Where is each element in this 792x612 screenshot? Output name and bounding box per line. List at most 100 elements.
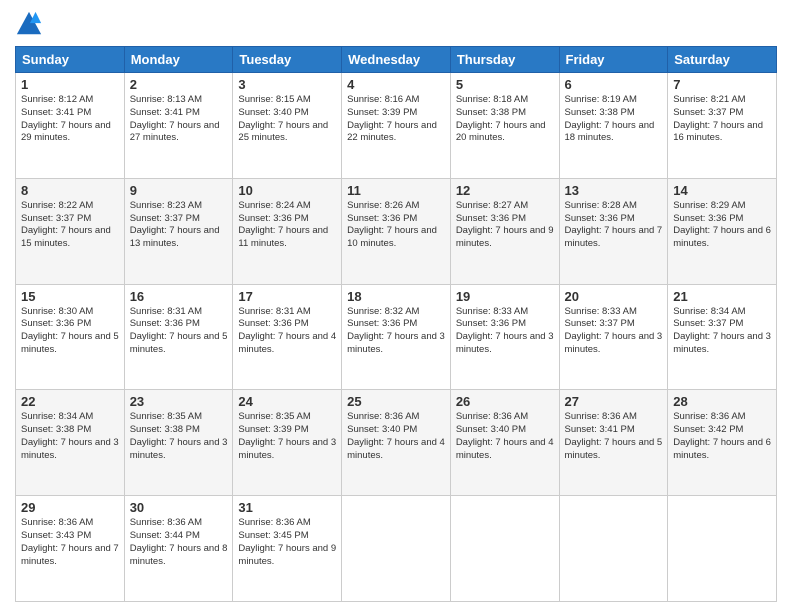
calendar-header-wednesday: Wednesday bbox=[342, 47, 451, 73]
calendar-cell: 29 Sunrise: 8:36 AMSunset: 3:43 PMDayligh… bbox=[16, 496, 125, 602]
day-info: Sunrise: 8:35 AMSunset: 3:39 PMDaylight:… bbox=[238, 411, 336, 462]
calendar-cell: 21Sunrise: 8:34 AMSunset: 3:37 PMDayligh… bbox=[668, 284, 777, 390]
calendar-header-friday: Friday bbox=[559, 47, 668, 73]
calendar-cell: 22 Sunrise: 8:34 AMSunset: 3:38 PMDayligh… bbox=[16, 390, 125, 496]
calendar-week-1: 1 Sunrise: 8:12 AMSunset: 3:41 PMDaylight… bbox=[16, 73, 777, 179]
day-info: Sunrise: 8:19 AMSunset: 3:38 PMDaylight:… bbox=[565, 94, 663, 145]
day-info: Sunrise: 8:36 AMSunset: 3:40 PMDaylight:… bbox=[456, 411, 554, 462]
day-number: 8 bbox=[21, 183, 119, 198]
day-info: Sunrise: 8:36 AMSunset: 3:41 PMDaylight:… bbox=[565, 411, 663, 462]
day-number: 14 bbox=[673, 183, 771, 198]
day-info: Sunrise: 8:23 AMSunset: 3:37 PMDaylight:… bbox=[130, 200, 228, 251]
day-info: Sunrise: 8:31 AMSunset: 3:36 PMDaylight:… bbox=[238, 306, 336, 357]
day-number: 10 bbox=[238, 183, 336, 198]
calendar-cell: 4Sunrise: 8:16 AMSunset: 3:39 PMDaylight… bbox=[342, 73, 451, 179]
calendar-header-monday: Monday bbox=[124, 47, 233, 73]
calendar-header-saturday: Saturday bbox=[668, 47, 777, 73]
day-number: 3 bbox=[238, 77, 336, 92]
calendar-cell: 24 Sunrise: 8:35 AMSunset: 3:39 PMDayligh… bbox=[233, 390, 342, 496]
calendar-cell: 30 Sunrise: 8:36 AMSunset: 3:44 PMDayligh… bbox=[124, 496, 233, 602]
day-number: 20 bbox=[565, 289, 663, 304]
day-number: 1 bbox=[21, 77, 119, 92]
day-number: 17 bbox=[238, 289, 336, 304]
calendar-cell: 26 Sunrise: 8:36 AMSunset: 3:40 PMDayligh… bbox=[450, 390, 559, 496]
calendar-cell: 2Sunrise: 8:13 AMSunset: 3:41 PMDaylight… bbox=[124, 73, 233, 179]
calendar-cell: 10 Sunrise: 8:24 AMSunset: 3:36 PMDayligh… bbox=[233, 178, 342, 284]
calendar-week-3: 15Sunrise: 8:30 AMSunset: 3:36 PMDayligh… bbox=[16, 284, 777, 390]
day-info: Sunrise: 8:15 AMSunset: 3:40 PMDaylight:… bbox=[238, 94, 336, 145]
day-number: 4 bbox=[347, 77, 445, 92]
page: SundayMondayTuesdayWednesdayThursdayFrid… bbox=[0, 0, 792, 612]
day-number: 9 bbox=[130, 183, 228, 198]
day-info: Sunrise: 8:27 AMSunset: 3:36 PMDaylight:… bbox=[456, 200, 554, 251]
calendar-cell: 16 Sunrise: 8:31 AMSunset: 3:36 PMDayligh… bbox=[124, 284, 233, 390]
day-info: Sunrise: 8:21 AMSunset: 3:37 PMDaylight:… bbox=[673, 94, 771, 145]
calendar-cell: 17 Sunrise: 8:31 AMSunset: 3:36 PMDayligh… bbox=[233, 284, 342, 390]
calendar-week-2: 8Sunrise: 8:22 AMSunset: 3:37 PMDaylight… bbox=[16, 178, 777, 284]
day-number: 26 bbox=[456, 394, 554, 409]
day-number: 2 bbox=[130, 77, 228, 92]
calendar-header-tuesday: Tuesday bbox=[233, 47, 342, 73]
calendar-cell: 19 Sunrise: 8:33 AMSunset: 3:36 PMDayligh… bbox=[450, 284, 559, 390]
day-number: 28 bbox=[673, 394, 771, 409]
day-info: Sunrise: 8:29 AMSunset: 3:36 PMDaylight:… bbox=[673, 200, 771, 251]
day-number: 22 bbox=[21, 394, 119, 409]
calendar-cell: 3 Sunrise: 8:15 AMSunset: 3:40 PMDaylight… bbox=[233, 73, 342, 179]
calendar-cell bbox=[342, 496, 451, 602]
day-info: Sunrise: 8:36 AMSunset: 3:45 PMDaylight:… bbox=[238, 517, 336, 568]
day-number: 7 bbox=[673, 77, 771, 92]
day-info: Sunrise: 8:24 AMSunset: 3:36 PMDaylight:… bbox=[238, 200, 336, 251]
calendar-cell: 5 Sunrise: 8:18 AMSunset: 3:38 PMDaylight… bbox=[450, 73, 559, 179]
day-info: Sunrise: 8:18 AMSunset: 3:38 PMDaylight:… bbox=[456, 94, 554, 145]
header bbox=[15, 10, 777, 38]
calendar-cell: 8Sunrise: 8:22 AMSunset: 3:37 PMDaylight… bbox=[16, 178, 125, 284]
calendar-cell: 18 Sunrise: 8:32 AMSunset: 3:36 PMDayligh… bbox=[342, 284, 451, 390]
day-number: 18 bbox=[347, 289, 445, 304]
calendar-header-row: SundayMondayTuesdayWednesdayThursdayFrid… bbox=[16, 47, 777, 73]
day-info: Sunrise: 8:36 AMSunset: 3:43 PMDaylight:… bbox=[21, 517, 119, 568]
day-info: Sunrise: 8:34 AMSunset: 3:38 PMDaylight:… bbox=[21, 411, 119, 462]
day-number: 29 bbox=[21, 500, 119, 515]
day-info: Sunrise: 8:28 AMSunset: 3:36 PMDaylight:… bbox=[565, 200, 663, 251]
logo bbox=[15, 10, 47, 38]
day-info: Sunrise: 8:36 AMSunset: 3:44 PMDaylight:… bbox=[130, 517, 228, 568]
calendar-cell: 1 Sunrise: 8:12 AMSunset: 3:41 PMDaylight… bbox=[16, 73, 125, 179]
calendar-cell: 23 Sunrise: 8:35 AMSunset: 3:38 PMDayligh… bbox=[124, 390, 233, 496]
calendar-cell: 27Sunrise: 8:36 AMSunset: 3:41 PMDayligh… bbox=[559, 390, 668, 496]
day-info: Sunrise: 8:36 AMSunset: 3:40 PMDaylight:… bbox=[347, 411, 445, 462]
day-number: 12 bbox=[456, 183, 554, 198]
day-info: Sunrise: 8:34 AMSunset: 3:37 PMDaylight:… bbox=[673, 306, 771, 357]
calendar-cell: 25 Sunrise: 8:36 AMSunset: 3:40 PMDayligh… bbox=[342, 390, 451, 496]
calendar-cell: 20Sunrise: 8:33 AMSunset: 3:37 PMDayligh… bbox=[559, 284, 668, 390]
day-info: Sunrise: 8:26 AMSunset: 3:36 PMDaylight:… bbox=[347, 200, 445, 251]
calendar-cell: 12 Sunrise: 8:27 AMSunset: 3:36 PMDayligh… bbox=[450, 178, 559, 284]
day-info: Sunrise: 8:35 AMSunset: 3:38 PMDaylight:… bbox=[130, 411, 228, 462]
day-info: Sunrise: 8:30 AMSunset: 3:36 PMDaylight:… bbox=[21, 306, 119, 357]
day-number: 16 bbox=[130, 289, 228, 304]
calendar-cell: 11 Sunrise: 8:26 AMSunset: 3:36 PMDayligh… bbox=[342, 178, 451, 284]
day-number: 11 bbox=[347, 183, 445, 198]
calendar-table: SundayMondayTuesdayWednesdayThursdayFrid… bbox=[15, 46, 777, 602]
day-info: Sunrise: 8:12 AMSunset: 3:41 PMDaylight:… bbox=[21, 94, 119, 145]
day-info: Sunrise: 8:33 AMSunset: 3:36 PMDaylight:… bbox=[456, 306, 554, 357]
calendar-cell: 13 Sunrise: 8:28 AMSunset: 3:36 PMDayligh… bbox=[559, 178, 668, 284]
calendar-header-thursday: Thursday bbox=[450, 47, 559, 73]
calendar-week-5: 29 Sunrise: 8:36 AMSunset: 3:43 PMDayligh… bbox=[16, 496, 777, 602]
calendar-cell: 31 Sunrise: 8:36 AMSunset: 3:45 PMDayligh… bbox=[233, 496, 342, 602]
day-number: 24 bbox=[238, 394, 336, 409]
calendar-cell: 6Sunrise: 8:19 AMSunset: 3:38 PMDaylight… bbox=[559, 73, 668, 179]
day-number: 30 bbox=[130, 500, 228, 515]
day-number: 23 bbox=[130, 394, 228, 409]
day-number: 25 bbox=[347, 394, 445, 409]
calendar-cell: 9 Sunrise: 8:23 AMSunset: 3:37 PMDaylight… bbox=[124, 178, 233, 284]
calendar-cell bbox=[559, 496, 668, 602]
day-number: 5 bbox=[456, 77, 554, 92]
day-info: Sunrise: 8:32 AMSunset: 3:36 PMDaylight:… bbox=[347, 306, 445, 357]
day-number: 31 bbox=[238, 500, 336, 515]
day-number: 13 bbox=[565, 183, 663, 198]
calendar-cell: 14 Sunrise: 8:29 AMSunset: 3:36 PMDayligh… bbox=[668, 178, 777, 284]
day-number: 19 bbox=[456, 289, 554, 304]
calendar-cell: 15Sunrise: 8:30 AMSunset: 3:36 PMDayligh… bbox=[16, 284, 125, 390]
day-info: Sunrise: 8:31 AMSunset: 3:36 PMDaylight:… bbox=[130, 306, 228, 357]
calendar-header-sunday: Sunday bbox=[16, 47, 125, 73]
